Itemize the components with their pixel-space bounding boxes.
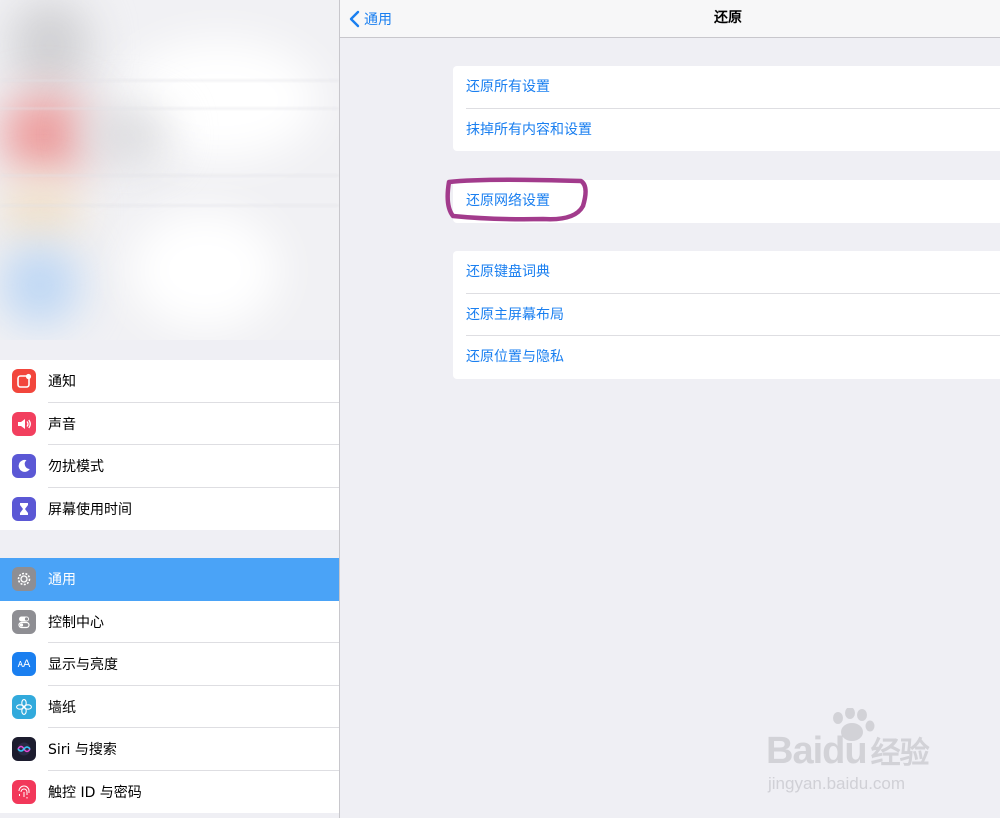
back-button[interactable]: 通用 — [349, 0, 392, 37]
reset-all-settings-button[interactable]: 还原所有设置 — [453, 66, 1000, 109]
chevron-left-icon — [349, 10, 360, 27]
settings-sidebar: 通知 声音 勿扰模式 屏幕使用时间 通用 控制中心 ᴀA 显示与亮度 墙纸 Si… — [0, 0, 340, 818]
reset-group-all: 还原所有设置 抹掉所有内容和设置 — [453, 66, 1000, 151]
back-button-label: 通用 — [364, 11, 392, 28]
reset-location-privacy-button[interactable]: 还原位置与隐私 — [453, 336, 1000, 379]
sidebar-item-label: 屏幕使用时间 — [48, 501, 132, 518]
reset-network-settings-button[interactable]: 还原网络设置 — [453, 180, 1000, 223]
reset-location-privacy-label: 还原位置与隐私 — [466, 349, 564, 365]
sidebar-item-display-brightness[interactable]: ᴀA 显示与亮度 — [0, 643, 339, 686]
baidu-jingyan-watermark: Baidu 经验 jingyan.baidu.com — [760, 706, 960, 806]
reset-keyboard-dictionary-label: 还原键盘词典 — [466, 264, 550, 280]
watermark-brand: Baidu 经验 — [766, 730, 930, 772]
reset-home-screen-layout-button[interactable]: 还原主屏幕布局 — [453, 294, 1000, 336]
sidebar-item-label: 通知 — [48, 374, 76, 391]
wallpaper-flower-icon — [12, 694, 36, 719]
sidebar-item-label: 显示与亮度 — [48, 657, 118, 674]
sidebar-item-label: 勿扰模式 — [48, 459, 104, 476]
sidebar-item-general[interactable]: 通用 — [0, 558, 339, 601]
moon-icon — [12, 454, 36, 479]
sidebar-item-label: 墙纸 — [48, 699, 76, 716]
reset-group-other: 还原键盘词典 还原主屏幕布局 还原位置与隐私 — [453, 251, 1000, 379]
sidebar-item-notifications[interactable]: 通知 — [0, 360, 339, 403]
erase-all-content-label: 抹掉所有内容和设置 — [466, 121, 592, 138]
speaker-icon — [12, 411, 36, 436]
sidebar-item-label: Siri 与搜索 — [48, 742, 117, 759]
reset-keyboard-dictionary-button[interactable]: 还原键盘词典 — [453, 251, 1000, 294]
siri-icon — [12, 737, 36, 762]
watermark-url: jingyan.baidu.com — [768, 774, 906, 793]
blurred-profile-area — [0, 0, 339, 340]
gear-icon — [12, 567, 36, 592]
erase-all-content-button[interactable]: 抹掉所有内容和设置 — [453, 109, 1000, 152]
sidebar-item-label: 触控 ID 与密码 — [48, 784, 142, 801]
sidebar-item-do-not-disturb[interactable]: 勿扰模式 — [0, 445, 339, 488]
navigation-bar: 还原 通用 — [340, 0, 1000, 38]
sidebar-item-touch-id-passcode[interactable]: 触控 ID 与密码 — [0, 771, 339, 814]
sidebar-item-siri-search[interactable]: Siri 与搜索 — [0, 728, 339, 771]
reset-network-settings-label: 还原网络设置 — [466, 193, 550, 209]
page-title: 还原 — [714, 10, 742, 26]
sidebar-item-wallpaper[interactable]: 墙纸 — [0, 686, 339, 728]
sidebar-group-notifications: 通知 声音 勿扰模式 屏幕使用时间 — [0, 360, 339, 530]
paw-logo-icon — [833, 708, 875, 741]
sidebar-item-control-center[interactable]: 控制中心 — [0, 601, 339, 643]
reset-home-screen-layout-label: 还原主屏幕布局 — [466, 306, 564, 323]
sidebar-item-screen-time[interactable]: 屏幕使用时间 — [0, 488, 339, 531]
reset-group-network: 还原网络设置 — [453, 180, 1000, 223]
reset-all-settings-label: 还原所有设置 — [466, 79, 550, 95]
toggles-icon — [12, 609, 36, 634]
sidebar-item-sounds[interactable]: 声音 — [0, 403, 339, 445]
notifications-icon — [12, 369, 36, 394]
sidebar-group-general: 通用 控制中心 ᴀA 显示与亮度 墙纸 Siri 与搜索 触控 ID 与密码 — [0, 558, 339, 813]
sidebar-item-label: 通用 — [48, 572, 76, 589]
hourglass-icon — [12, 496, 36, 521]
display-brightness-icon: ᴀA — [12, 652, 36, 677]
fingerprint-icon — [12, 779, 36, 804]
sidebar-item-label: 控制中心 — [48, 614, 104, 631]
sidebar-item-label: 声音 — [48, 416, 76, 433]
